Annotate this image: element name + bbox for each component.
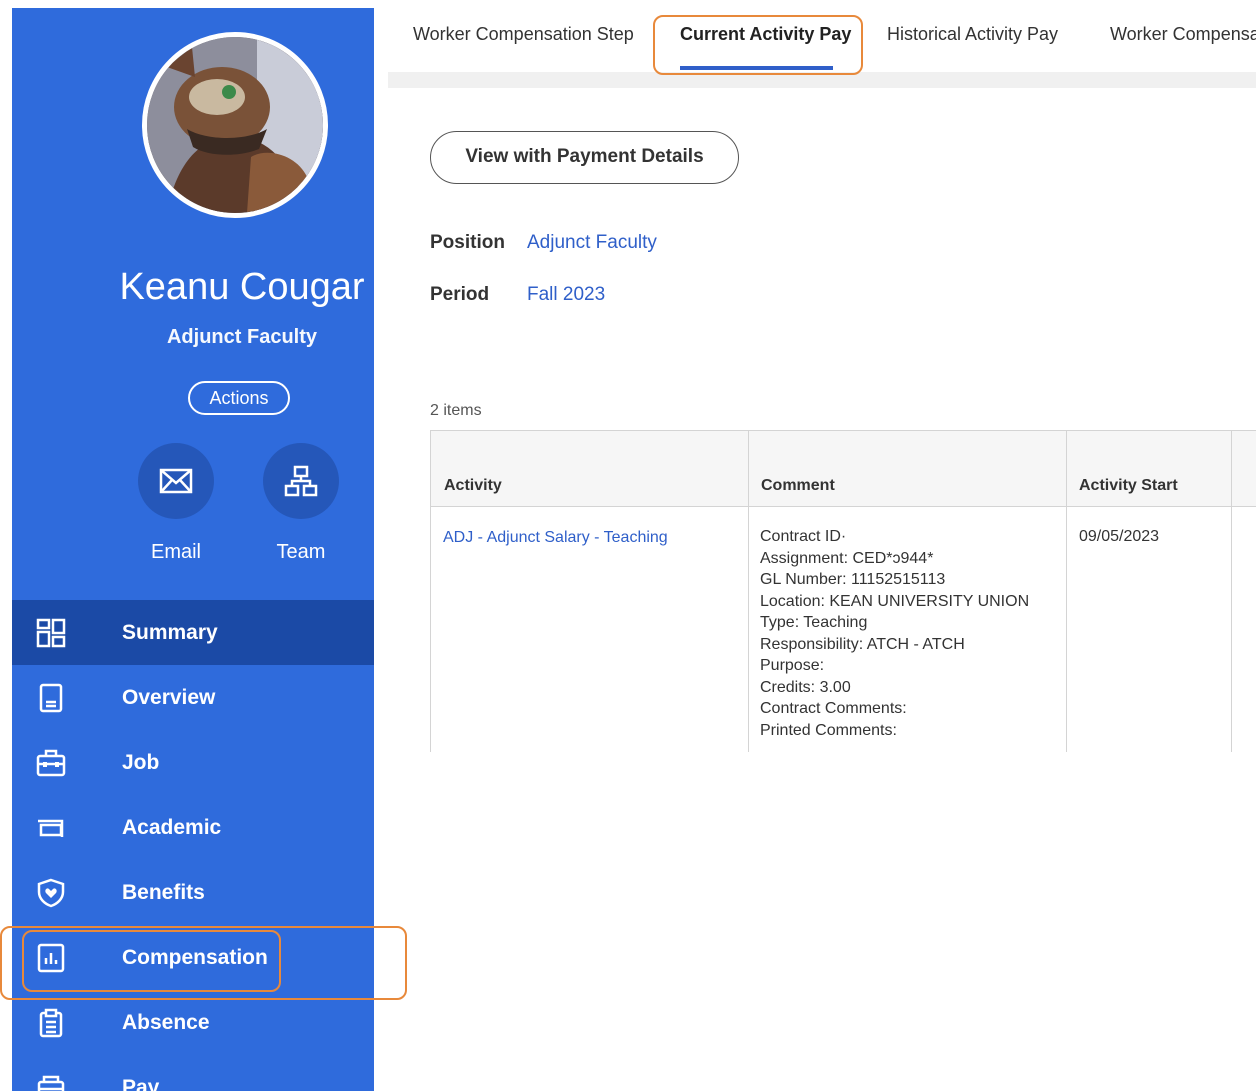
position-value-link[interactable]: Adjunct Faculty	[527, 232, 657, 254]
mortarboard-icon	[36, 813, 66, 843]
nav-item-summary[interactable]: Summary	[12, 600, 374, 665]
avatar-image	[147, 37, 323, 213]
wallet-icon	[36, 1073, 66, 1091]
nav-item-label: Pay	[122, 1075, 160, 1091]
briefcase-icon	[36, 748, 66, 778]
comment-line: Credits: 3.00	[760, 678, 851, 696]
column-header-comment[interactable]: Comment	[761, 477, 835, 495]
period-label: Period	[430, 284, 490, 305]
tab-worker-compensation-step[interactable]: Worker Compensation Step	[413, 24, 634, 45]
email-action-label: Email	[150, 541, 201, 563]
comment-line: Contract ID·	[760, 528, 847, 545]
shield-heart-icon	[36, 878, 66, 908]
period-value-link[interactable]: Fall 2023	[527, 284, 605, 306]
envelope-icon	[159, 468, 193, 494]
activity-start-cell: 09/05/2023	[1079, 528, 1160, 545]
profile-title: Adjunct Faculty	[166, 326, 317, 348]
nav-item-job[interactable]: Job	[12, 730, 374, 795]
team-action-circle[interactable]	[263, 443, 339, 519]
tab-historical-activity-pay[interactable]: Historical Activity Pay	[887, 24, 1058, 45]
column-header-activity[interactable]: Activity	[444, 477, 502, 495]
nav-item-label: Benefits	[122, 880, 205, 904]
comment-line: Type: Teaching	[760, 614, 868, 631]
document-icon	[36, 683, 66, 713]
comment-line: Purpose:	[760, 657, 825, 674]
activity-pay-table: Activity Comment Activity Start ADJ - Ad…	[430, 430, 1256, 752]
column-divider	[1231, 431, 1232, 752]
nav-item-label: Overview	[122, 685, 216, 709]
comment-line: GL Number: 11152515113	[760, 571, 946, 588]
team-action[interactable]: Team	[241, 443, 361, 564]
activity-link[interactable]: ADJ - Adjunct Salary - Teaching	[443, 527, 668, 549]
nav-item-label: Job	[122, 750, 160, 774]
column-header-activity-start[interactable]: Activity Start	[1079, 477, 1178, 495]
comment-line: Printed Comments:	[760, 721, 897, 739]
column-divider	[748, 431, 749, 752]
active-tab-highlight	[653, 15, 863, 75]
compensation-highlight-inner	[22, 930, 281, 992]
profile-name: Keanu Cougar	[119, 266, 365, 308]
comment-line: Responsibility: ATCH - ATCH	[760, 635, 965, 653]
nav-item-benefits[interactable]: Benefits	[12, 860, 374, 925]
profile-nav: Summary Overview Job Academic Benefits C…	[12, 600, 374, 1091]
comment-line: Assignment: CED*ɔ944*	[760, 549, 934, 567]
table-header	[431, 431, 1256, 507]
items-count: 2 items	[430, 402, 482, 419]
position-label: Position	[430, 232, 505, 253]
grid-icon	[36, 618, 66, 648]
nav-item-academic[interactable]: Academic	[12, 795, 374, 860]
avatar[interactable]	[142, 32, 328, 218]
email-action[interactable]: Email	[116, 443, 236, 564]
comment-line: Location: KEAN UNIVERSITY UNION	[760, 592, 1030, 610]
column-divider	[1066, 431, 1067, 752]
team-action-label: Team	[276, 541, 326, 563]
view-with-payment-details-button[interactable]: View with Payment Details	[430, 131, 739, 184]
comment-cell: Contract ID· Assignment: CED*ɔ944* GL Nu…	[760, 526, 1029, 741]
nav-item-label: Summary	[122, 620, 218, 644]
nav-item-pay[interactable]: Pay	[12, 1055, 374, 1091]
clipboard-icon	[36, 1008, 66, 1038]
nav-item-overview[interactable]: Overview	[12, 665, 374, 730]
comment-line: Contract Comments:	[760, 700, 907, 717]
nav-item-label: Academic	[122, 815, 222, 839]
nav-item-label: Absence	[122, 1010, 210, 1034]
actions-button[interactable]: Actions	[188, 381, 290, 415]
email-action-circle[interactable]	[138, 443, 214, 519]
org-chart-icon	[284, 465, 318, 497]
tab-worker-compensation[interactable]: Worker Compensa	[1110, 24, 1256, 45]
